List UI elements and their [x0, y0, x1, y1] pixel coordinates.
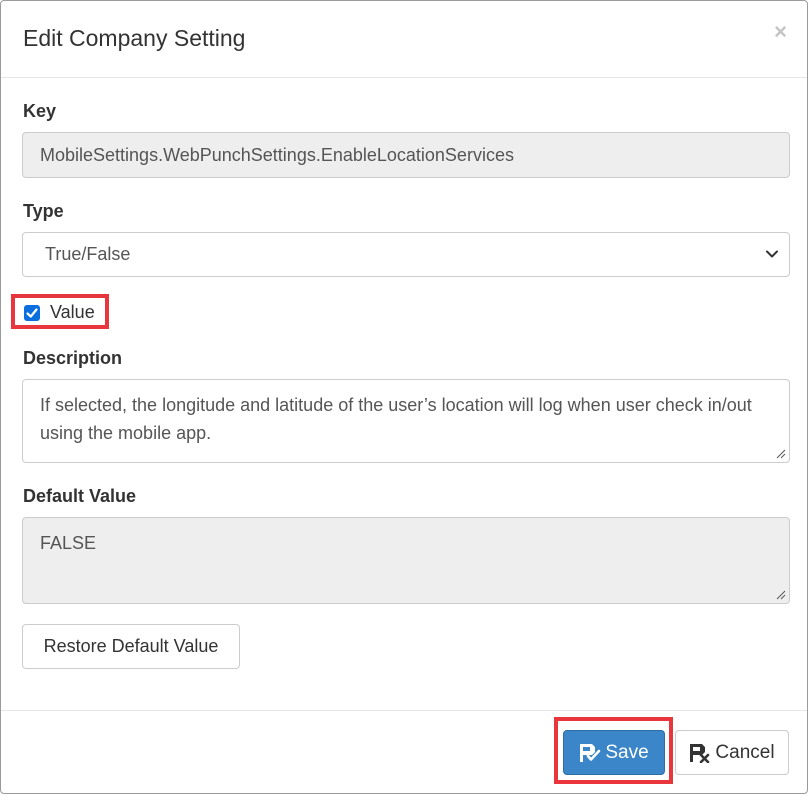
default-value-label: Default Value [23, 486, 137, 506]
description-text: If selected, the longitude and latitude … [40, 395, 752, 443]
chevron-down-icon [766, 250, 778, 258]
type-select[interactable]: True/False [22, 232, 790, 277]
type-select-value: True/False [45, 244, 131, 264]
default-value-textarea: FALSE [22, 517, 790, 604]
modal-header: Edit Company Setting × [1, 1, 807, 78]
save-cancel-icon [690, 743, 710, 763]
description-textarea[interactable]: If selected, the longitude and latitude … [22, 379, 790, 463]
cancel-button[interactable]: Cancel [675, 730, 789, 775]
close-icon[interactable]: × [774, 21, 787, 43]
default-value-text: FALSE [40, 533, 97, 553]
description-label: Description [23, 348, 123, 368]
resize-grip-icon[interactable] [776, 590, 786, 600]
save-check-icon [580, 743, 601, 762]
key-field: MobileSettings.WebPunchSettings.EnableLo… [22, 132, 790, 178]
type-label: Type [23, 201, 64, 221]
save-label: Save [605, 741, 649, 763]
key-label: Key [23, 101, 57, 121]
save-button[interactable]: Save [563, 730, 665, 775]
check-icon [26, 308, 38, 318]
value-checkbox-highlight: Value [11, 294, 109, 329]
cancel-label: Cancel [715, 741, 775, 763]
value-label[interactable]: Value [50, 302, 95, 323]
edit-company-setting-modal: Edit Company Setting × Key MobileSetting… [0, 0, 808, 794]
resize-grip-icon[interactable] [776, 449, 786, 459]
value-checkbox[interactable] [24, 305, 40, 321]
restore-default-button[interactable]: Restore Default Value [22, 624, 240, 669]
modal-title: Edit Company Setting [23, 25, 246, 51]
